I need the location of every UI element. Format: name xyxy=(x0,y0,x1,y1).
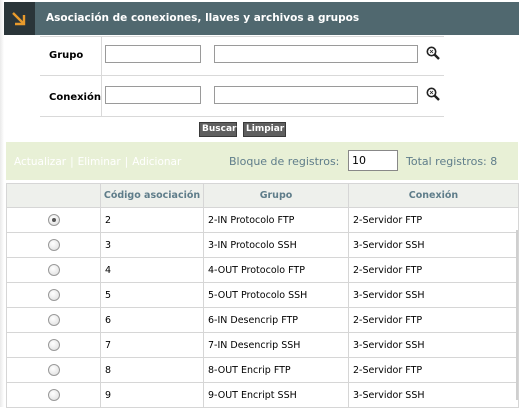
grupo-lookup-magnifier-icon[interactable] xyxy=(425,45,441,61)
row-select-cell xyxy=(6,207,101,233)
actualizar-link[interactable]: Actualizar xyxy=(14,156,66,168)
table-header-row: Código asociación Grupo Conexión xyxy=(6,183,519,208)
row-select-cell xyxy=(6,232,101,258)
row-select-radio[interactable] xyxy=(47,289,60,301)
panel-header: Asociación de conexiones, llaves y archi… xyxy=(4,2,519,35)
cell-codigo: 2 xyxy=(100,207,204,233)
action-links: Actualizar | Eliminar | Adicionar xyxy=(14,156,181,168)
row-select-radio[interactable] xyxy=(47,339,60,351)
row-select-radio[interactable] xyxy=(47,264,60,276)
table-right-edge xyxy=(516,230,518,400)
column-header-select xyxy=(6,183,101,208)
row-select-radio[interactable] xyxy=(47,214,60,226)
row-select-cell xyxy=(6,282,101,308)
buscar-button[interactable]: Buscar xyxy=(199,122,237,137)
grupo-code-input[interactable] xyxy=(105,45,201,63)
cell-grupo: 2-IN Protocolo FTP xyxy=(203,207,349,233)
cell-codigo: 4 xyxy=(100,257,204,283)
results-table: Código asociación Grupo Conexión 2 2-IN P… xyxy=(6,183,519,408)
cell-codigo: 6 xyxy=(100,307,204,333)
row-select-radio[interactable] xyxy=(47,389,60,401)
table-row[interactable]: 6 6-IN Desencrip FTP 2-Servidor FTP xyxy=(6,307,519,333)
adicionar-link[interactable]: Adicionar xyxy=(132,156,181,168)
row-select-cell xyxy=(6,307,101,333)
table-row[interactable]: 5 5-OUT Protocolo SSH 3-Servidor SSH xyxy=(6,282,519,308)
row-select-cell xyxy=(6,357,101,383)
cell-grupo: 8-OUT Encrip FTP xyxy=(203,357,349,383)
column-header-grupo: Grupo xyxy=(203,183,349,208)
table-row[interactable]: 9 9-OUT Encript SSH 3-Servidor SSH xyxy=(6,382,519,408)
arrow-down-right-icon xyxy=(12,12,26,26)
limpiar-button[interactable]: Limpiar xyxy=(243,122,286,137)
column-header-conexion: Conexión xyxy=(348,183,519,208)
bloque-registros-label: Bloque de registros: xyxy=(229,155,340,168)
cell-conexion: 2-Servidor FTP xyxy=(348,357,519,383)
bloque-registros-input[interactable] xyxy=(348,150,398,171)
cell-conexion: 2-Servidor FTP xyxy=(348,207,519,233)
cell-grupo: 7-IN Desencrip SSH xyxy=(203,332,349,358)
table-row[interactable]: 3 3-IN Protocolo SSH 3-Servidor SSH xyxy=(6,232,519,258)
row-select-radio[interactable] xyxy=(47,314,60,326)
table-row[interactable]: 4 4-OUT Protocolo FTP 2-Servidor FTP xyxy=(6,257,519,283)
conexion-label: Conexión xyxy=(49,92,101,103)
action-separator: | xyxy=(70,156,74,168)
action-separator: | xyxy=(124,156,129,168)
conexion-code-input[interactable] xyxy=(105,86,201,104)
grupo-label: Grupo xyxy=(49,50,84,61)
row-select-radio[interactable] xyxy=(47,364,60,376)
cell-codigo: 9 xyxy=(100,382,204,408)
form-bottom-border xyxy=(40,116,444,117)
header-icon-box xyxy=(4,2,35,35)
row-select-cell xyxy=(6,332,101,358)
cell-grupo: 4-OUT Protocolo FTP xyxy=(203,257,349,283)
cell-grupo: 3-IN Protocolo SSH xyxy=(203,232,349,258)
page-title: Asociación de conexiones, llaves y archi… xyxy=(46,12,360,24)
table-row[interactable]: 2 2-IN Protocolo FTP 2-Servidor FTP xyxy=(6,207,519,233)
results-toolbar: Actualizar | Eliminar | Adicionar Bloque de … xyxy=(6,142,518,180)
cell-conexion: 3-Servidor SSH xyxy=(348,282,519,308)
cell-conexion: 2-Servidor FTP xyxy=(348,307,519,333)
page-edge xyxy=(0,0,4,407)
table-row[interactable]: 7 7-IN Desencrip SSH 3-Servidor SSH xyxy=(6,332,519,358)
cell-grupo: 5-OUT Protocolo SSH xyxy=(203,282,349,308)
cell-grupo: 9-OUT Encript SSH xyxy=(203,382,349,408)
total-registros-label: Total registros: 8 xyxy=(406,155,498,168)
conexion-description-input[interactable] xyxy=(214,86,418,104)
cell-conexion: 3-Servidor SSH xyxy=(348,332,519,358)
eliminar-link[interactable]: Eliminar xyxy=(78,156,121,168)
column-header-codigo: Código asociación xyxy=(100,183,204,208)
row-select-cell xyxy=(6,257,101,283)
grupo-description-input[interactable] xyxy=(214,45,418,63)
cell-codigo: 3 xyxy=(100,232,204,258)
form-row-divider xyxy=(40,75,444,76)
cell-conexion: 3-Servidor SSH xyxy=(348,382,519,408)
conexion-lookup-magnifier-icon[interactable] xyxy=(425,86,441,102)
row-select-cell xyxy=(6,382,101,408)
row-select-radio[interactable] xyxy=(47,239,60,251)
cell-codigo: 7 xyxy=(100,332,204,358)
cell-conexion: 3-Servidor SSH xyxy=(348,232,519,258)
form-label-separator xyxy=(101,36,102,116)
cell-codigo: 8 xyxy=(100,357,204,383)
cell-codigo: 5 xyxy=(100,282,204,308)
table-row[interactable]: 8 8-OUT Encrip FTP 2-Servidor FTP xyxy=(6,357,519,383)
cell-grupo: 6-IN Desencrip FTP xyxy=(203,307,349,333)
cell-conexion: 2-Servidor FTP xyxy=(348,257,519,283)
